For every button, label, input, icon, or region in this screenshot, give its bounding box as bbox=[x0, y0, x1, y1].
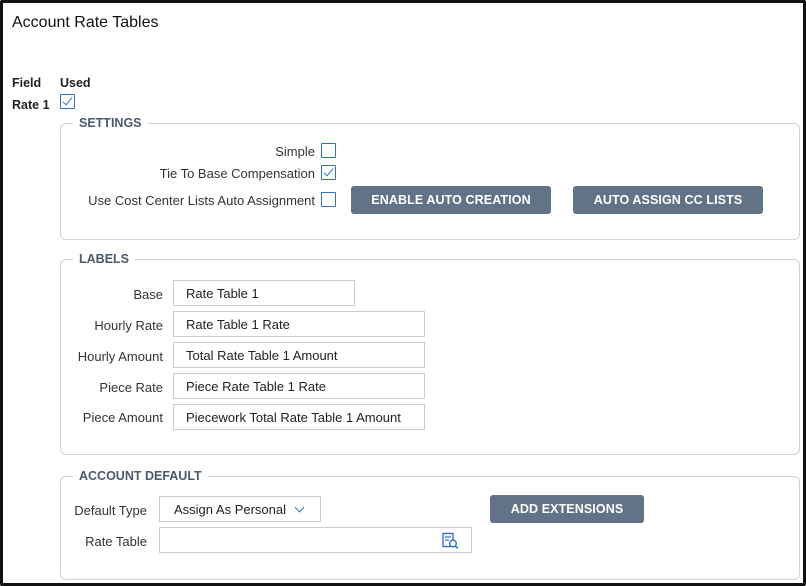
page-title: Account Rate Tables bbox=[12, 14, 159, 31]
column-header-used: Used bbox=[60, 76, 91, 90]
piece-rate-label: Piece Rate bbox=[99, 380, 163, 395]
piece-rate-input[interactable]: Piece Rate Table 1 Rate bbox=[173, 373, 425, 399]
account-default-legend: ACCOUNT DEFAULT bbox=[73, 469, 208, 483]
labels-legend: LABELS bbox=[73, 252, 135, 266]
piece-amount-label: Piece Amount bbox=[82, 410, 163, 425]
enable-auto-creation-button[interactable]: ENABLE AUTO CREATION bbox=[351, 186, 551, 214]
rate-table-label: Rate Table bbox=[85, 534, 147, 549]
settings-legend: SETTINGS bbox=[73, 116, 148, 130]
base-label: Base bbox=[133, 287, 163, 302]
lookup-icon[interactable] bbox=[441, 532, 459, 550]
cost-center-checkbox[interactable] bbox=[321, 192, 336, 207]
simple-label: Simple bbox=[275, 144, 315, 159]
simple-checkbox[interactable] bbox=[321, 143, 336, 158]
piece-amount-input[interactable]: Piecework Total Rate Table 1 Amount bbox=[173, 404, 425, 430]
tie-to-base-label: Tie To Base Compensation bbox=[159, 166, 315, 181]
chevron-down-icon bbox=[294, 502, 305, 512]
default-type-select[interactable]: Assign As Personal bbox=[159, 496, 321, 522]
tie-to-base-checkbox[interactable] bbox=[321, 165, 336, 180]
row-label-rate-1: Rate 1 bbox=[12, 98, 50, 112]
settings-group: SETTINGS Simple Tie To Base Compensation… bbox=[60, 116, 800, 240]
column-header-field: Field bbox=[12, 76, 42, 90]
rate-table-lookup-field[interactable] bbox=[159, 527, 472, 553]
account-default-group: ACCOUNT DEFAULT Default Type Assign As P… bbox=[60, 469, 800, 580]
hourly-amount-input[interactable]: Total Rate Table 1 Amount bbox=[173, 342, 425, 368]
hourly-amount-label: Hourly Amount bbox=[77, 349, 163, 364]
hourly-rate-label: Hourly Rate bbox=[94, 318, 163, 333]
cost-center-label: Use Cost Center Lists Auto Assignment bbox=[88, 193, 315, 208]
labels-group: LABELS Base Rate Table 1 Hourly Rate Rat… bbox=[60, 252, 800, 455]
auto-assign-cc-lists-button[interactable]: AUTO ASSIGN CC LISTS bbox=[573, 186, 763, 214]
add-extensions-button[interactable]: ADD EXTENSIONS bbox=[490, 495, 644, 523]
window-frame: Account Rate Tables Field Used Rate 1 SE… bbox=[0, 0, 806, 586]
base-input[interactable]: Rate Table 1 bbox=[173, 280, 355, 306]
rate-1-used-checkbox[interactable] bbox=[60, 94, 75, 109]
hourly-rate-input[interactable]: Rate Table 1 Rate bbox=[173, 311, 425, 337]
default-type-value: Assign As Personal bbox=[174, 501, 287, 517]
default-type-label: Default Type bbox=[74, 503, 147, 518]
